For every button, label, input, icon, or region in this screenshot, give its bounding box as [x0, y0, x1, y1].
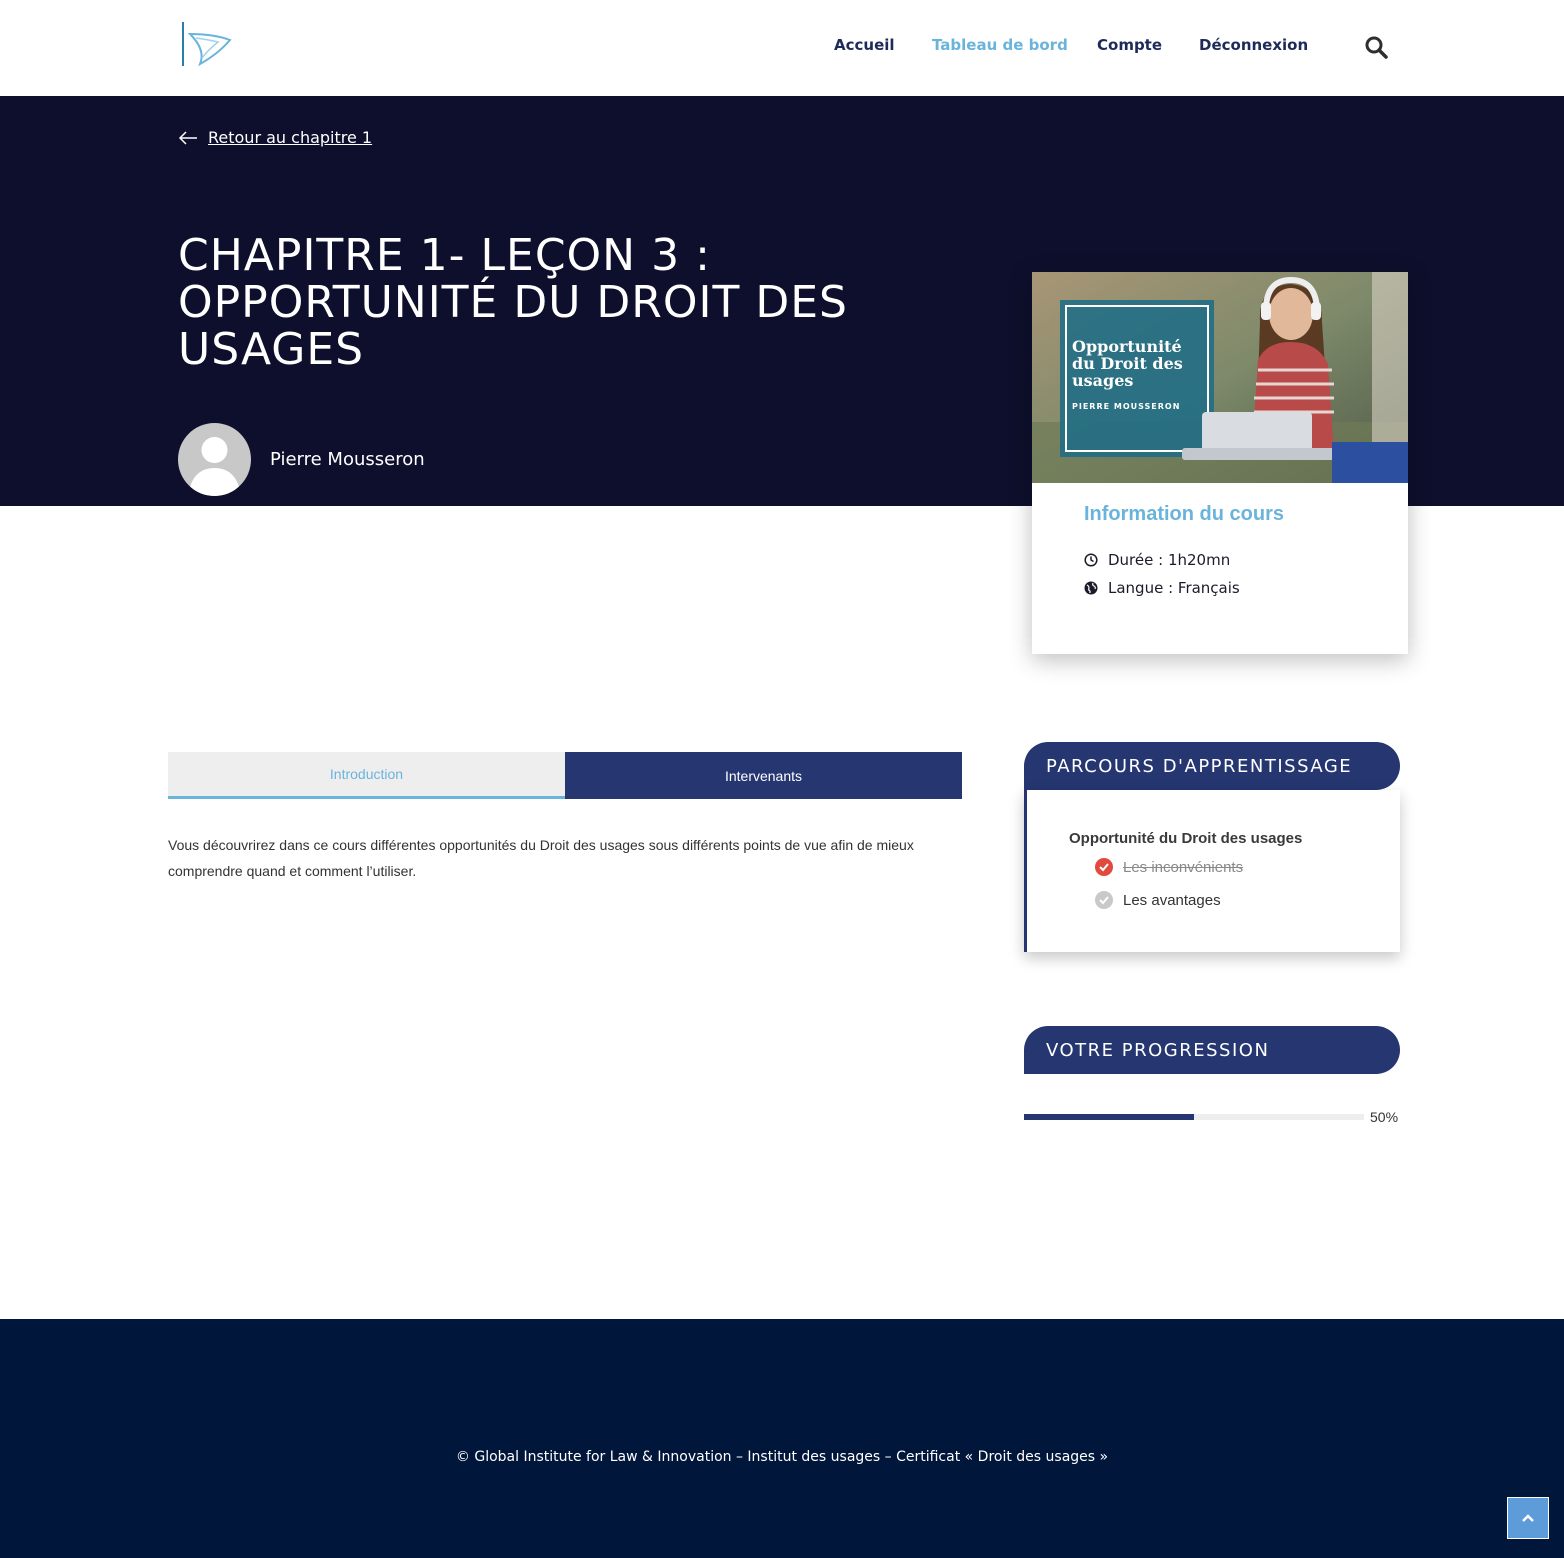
back-to-top-button[interactable] [1507, 1497, 1549, 1539]
chevron-up-icon [1522, 1514, 1534, 1522]
nav-compte[interactable]: Compte [1097, 36, 1162, 54]
path-course-link[interactable]: Opportunité du Droit des usages [1069, 830, 1302, 847]
course-language: Langue : Français [1084, 579, 1240, 597]
author-name: Pierre Mousseron [270, 449, 425, 470]
site-footer: © Global Institute for Law & Innovation … [0, 1319, 1564, 1558]
author-block: Pierre Mousseron [178, 423, 425, 496]
lesson-item-avantages[interactable]: Les avantages [1095, 891, 1221, 909]
course-info-card: Opportunité du Droit des usages PIERRE M… [1032, 272, 1408, 654]
check-circle-icon [1095, 891, 1113, 909]
lesson-label: Les avantages [1123, 891, 1221, 909]
progress-bar [1024, 1114, 1364, 1120]
progress-bar-fill [1024, 1114, 1194, 1120]
lesson-item-inconvenients[interactable]: Les inconvénients [1095, 858, 1243, 876]
parcours-title: PARCOURS D'APPRENTISSAGE [1024, 742, 1400, 790]
site-header: Accueil Tableau de bord Compte Déconnexi… [0, 0, 1564, 96]
footer-copyright: © Global Institute for Law & Innovation … [455, 1449, 1109, 1465]
course-cover-image: Opportunité du Droit des usages PIERRE M… [1032, 272, 1408, 483]
course-info-title: Information du cours [1084, 503, 1284, 525]
search-icon[interactable] [1364, 35, 1388, 59]
progression-title: VOTRE PROGRESSION [1024, 1026, 1400, 1074]
language-text: Langue : Français [1108, 579, 1240, 597]
progress-percent: 50% [1370, 1109, 1399, 1125]
check-circle-icon [1095, 858, 1113, 876]
course-duration: Durée : 1h20mn [1084, 551, 1230, 569]
learning-path-box: Opportunité du Droit des usages Les inco… [1024, 790, 1400, 952]
tab-introduction[interactable]: Introduction [168, 752, 565, 799]
nav-tableau-de-bord[interactable]: Tableau de bord [932, 36, 1068, 54]
clock-icon [1084, 553, 1098, 567]
site-logo[interactable] [178, 20, 234, 68]
cover-title: Opportunité du Droit des usages [1072, 337, 1183, 390]
avatar [178, 423, 251, 496]
globe-icon [1084, 581, 1098, 595]
back-to-chapter-link[interactable]: Retour au chapitre 1 [178, 128, 372, 147]
tab-intervenants[interactable]: Intervenants [565, 752, 962, 799]
duration-text: Durée : 1h20mn [1108, 551, 1231, 569]
cover-author: PIERRE MOUSSERON [1072, 402, 1181, 411]
introduction-text: Vous découvrirez dans ce cours différent… [168, 837, 914, 879]
page-title: CHAPITRE 1- LEÇON 3 : OPPORTUNITÉ DU DRO… [178, 230, 848, 375]
arrow-left-icon [178, 130, 197, 145]
lesson-label: Les inconvénients [1123, 858, 1244, 876]
lesson-tabs: Introduction Intervenants [168, 752, 962, 799]
nav-accueil[interactable]: Accueil [834, 36, 895, 54]
back-link-label: Retour au chapitre 1 [208, 128, 373, 147]
nav-deconnexion[interactable]: Déconnexion [1199, 36, 1308, 54]
user-silhouette-icon [188, 437, 241, 496]
